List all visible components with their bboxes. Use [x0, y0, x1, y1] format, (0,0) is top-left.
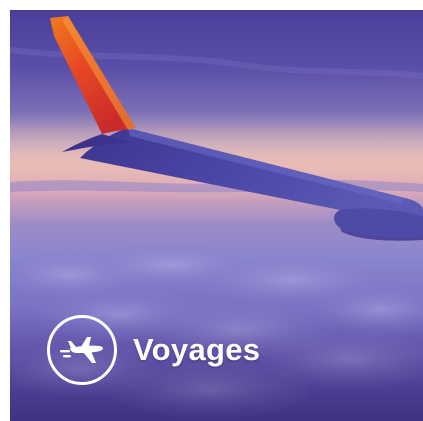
category-label: Voyages — [47, 313, 260, 387]
airplane-icon — [47, 315, 117, 385]
tile-title: Voyages — [133, 332, 261, 367]
voyages-tile[interactable]: Voyages — [10, 10, 423, 421]
